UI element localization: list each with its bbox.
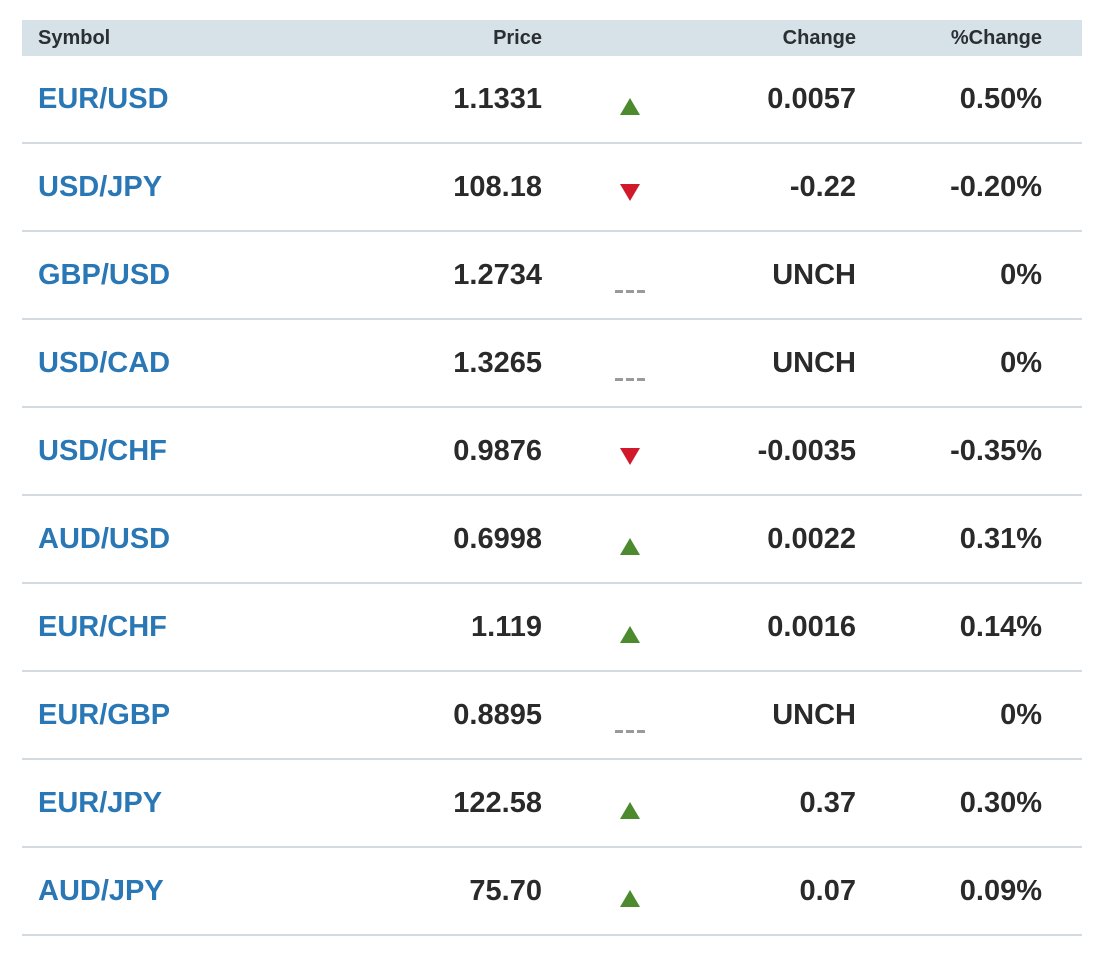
price-cell: 1.3265: [453, 346, 542, 379]
price-cell: 0.9876: [453, 434, 542, 467]
triangle-down-icon: [619, 448, 640, 465]
table-row: USD/JPY 108.18 -0.22 -0.20%: [22, 144, 1082, 232]
direction-indicator: [542, 144, 717, 230]
triangle-up-icon: [619, 890, 640, 907]
direction-indicator: [542, 672, 717, 758]
pct-change-cell: 0%: [1000, 258, 1042, 291]
table-row: EUR/GBP 0.8895 UNCH 0%: [22, 672, 1082, 760]
dash-icon: [614, 730, 645, 733]
pct-change-cell: 0%: [1000, 346, 1042, 379]
symbol-link[interactable]: USD/CHF: [38, 435, 167, 467]
symbol-cell: USD/CHF: [22, 435, 362, 468]
direction-indicator: [542, 320, 717, 406]
change-cell: UNCH: [772, 698, 856, 731]
triangle-up-icon: [619, 98, 640, 115]
table-row: AUD/JPY 75.70 0.07 0.09%: [22, 848, 1082, 936]
symbol-link[interactable]: USD/CAD: [38, 347, 170, 379]
symbol-cell: EUR/USD: [22, 83, 362, 116]
table-row: USD/CAD 1.3265 UNCH 0%: [22, 320, 1082, 408]
triangle-up-icon: [619, 802, 640, 819]
change-cell: 0.0057: [767, 82, 856, 115]
header-symbol: Symbol: [38, 26, 111, 49]
change-cell: UNCH: [772, 258, 856, 291]
direction-indicator: [542, 496, 717, 582]
pct-change-cell: 0%: [1000, 698, 1042, 731]
symbol-link[interactable]: EUR/USD: [38, 83, 169, 115]
symbol-cell: EUR/JPY: [22, 787, 362, 820]
table-row: AUD/USD 0.6998 0.0022 0.31%: [22, 496, 1082, 584]
price-cell: 122.58: [453, 786, 542, 819]
symbol-cell: USD/CAD: [22, 347, 362, 380]
change-cell: 0.07: [799, 874, 856, 907]
symbol-link[interactable]: AUD/USD: [38, 523, 170, 555]
triangle-up-icon: [619, 538, 640, 555]
symbol-cell: AUD/JPY: [22, 875, 362, 908]
symbol-cell: GBP/USD: [22, 259, 362, 292]
change-cell: UNCH: [772, 346, 856, 379]
table-header: Symbol Price Change %Change: [22, 20, 1082, 56]
symbol-link[interactable]: EUR/GBP: [38, 699, 170, 731]
pct-change-cell: -0.20%: [950, 170, 1042, 203]
pct-change-cell: -0.35%: [950, 434, 1042, 467]
change-cell: 0.0022: [767, 522, 856, 555]
change-cell: 0.0016: [767, 610, 856, 643]
direction-indicator: [542, 848, 717, 934]
symbol-cell: USD/JPY: [22, 171, 362, 204]
pct-change-cell: 0.50%: [959, 82, 1042, 115]
symbol-link[interactable]: USD/JPY: [38, 171, 162, 203]
direction-indicator: [542, 584, 717, 670]
price-cell: 0.6998: [453, 522, 542, 555]
triangle-down-icon: [619, 184, 640, 201]
dash-icon: [614, 290, 645, 293]
symbol-cell: EUR/GBP: [22, 699, 362, 732]
price-cell: 1.1331: [453, 82, 542, 115]
symbol-link[interactable]: AUD/JPY: [38, 875, 164, 907]
price-cell: 75.70: [469, 874, 542, 907]
direction-indicator: [542, 232, 717, 318]
symbol-cell: AUD/USD: [22, 523, 362, 556]
direction-indicator: [542, 56, 717, 142]
table-row: EUR/JPY 122.58 0.37 0.30%: [22, 760, 1082, 848]
price-cell: 0.8895: [453, 698, 542, 731]
pct-change-cell: 0.31%: [959, 522, 1042, 555]
direction-indicator: [542, 760, 717, 846]
table-row: EUR/CHF 1.119 0.0016 0.14%: [22, 584, 1082, 672]
table-body: EUR/USD 1.1331 0.0057 0.50% USD/JPY 108.18 -0.…: [22, 56, 1082, 936]
change-cell: -0.22: [789, 170, 856, 203]
price-cell: 1.119: [471, 610, 542, 643]
price-cell: 1.2734: [453, 258, 542, 291]
symbol-link[interactable]: EUR/JPY: [38, 787, 162, 819]
currency-quotes-table: Symbol Price Change %Change EUR/USD 1.133…: [22, 20, 1082, 936]
pct-change-cell: 0.30%: [959, 786, 1042, 819]
header-price: Price: [493, 26, 542, 49]
pct-change-cell: 0.14%: [959, 610, 1042, 643]
header-change: Change: [782, 26, 856, 49]
pct-change-cell: 0.09%: [959, 874, 1042, 907]
symbol-cell: EUR/CHF: [22, 611, 362, 644]
symbol-link[interactable]: EUR/CHF: [38, 611, 167, 643]
table-row: GBP/USD 1.2734 UNCH 0%: [22, 232, 1082, 320]
symbol-link[interactable]: GBP/USD: [38, 259, 170, 291]
price-cell: 108.18: [453, 170, 542, 203]
table-row: EUR/USD 1.1331 0.0057 0.50%: [22, 56, 1082, 144]
change-cell: -0.0035: [757, 434, 856, 467]
triangle-up-icon: [619, 626, 640, 643]
change-cell: 0.37: [799, 786, 856, 819]
header-indicator: [542, 20, 717, 56]
direction-indicator: [542, 408, 717, 494]
dash-icon: [614, 378, 645, 381]
table-row: USD/CHF 0.9876 -0.0035 -0.35%: [22, 408, 1082, 496]
header-pct-change: %Change: [950, 26, 1042, 49]
